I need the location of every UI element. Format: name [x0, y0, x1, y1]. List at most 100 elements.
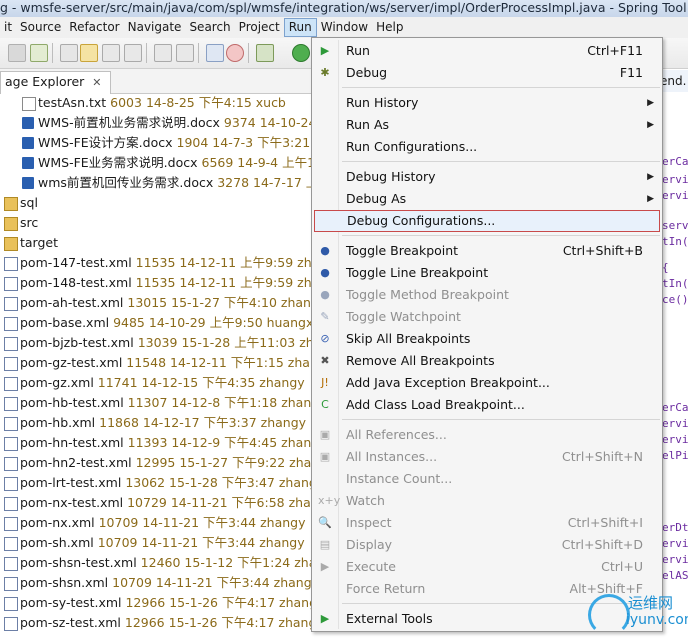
menu-project[interactable]: Project [235, 17, 284, 38]
menu-source[interactable]: Source [16, 17, 65, 38]
folder-icon [4, 237, 18, 251]
tree-row-label: pom-sh.xml 10709 14-11-21 下午3:44 zhangy [20, 533, 305, 553]
menu-item-debug-configurations[interactable]: Debug Configurations... [314, 210, 660, 232]
run-menu-dropdown: ▶ Run Ctrl+F11 ✱ Debug F11 Run History ▶ Run As ▶… [311, 37, 663, 632]
menu-item-run-configurations[interactable]: Run Configurations... [312, 136, 662, 158]
tree-row-meta: 11741 14-12-15 下午4:35 zhangy [97, 375, 305, 390]
tree-row[interactable]: pom-hb-test.xml 11307 14-12-8 下午1:18 zha… [0, 393, 313, 413]
tree-row[interactable]: WMS-前置机业务需求说明.docx 9374 14-10-24 上 [0, 113, 313, 133]
tree-row[interactable]: pom-sz-test.xml 12966 15-1-26 下午4:17 zha… [0, 613, 313, 633]
toolbar-button-3[interactable] [60, 44, 78, 62]
menu-item-toggle-line-breakpoint[interactable]: ● Toggle Line Breakpoint [312, 262, 662, 284]
menu-refactor[interactable]: Refactor [65, 17, 123, 38]
tree-row[interactable]: pom-sh.xml 10709 14-11-21 下午3:44 zhangy [0, 533, 313, 553]
pom-icon [4, 437, 18, 451]
menu-item-label: Debug As [346, 191, 407, 206]
menu-run[interactable]: Run [283, 18, 317, 37]
code-fragment: ervi [662, 189, 688, 202]
menu-item-run-history[interactable]: Run History ▶ [312, 92, 662, 114]
tree-row-label: pom-nx-test.xml 10729 14-11-21 下午6:58 zh… [20, 493, 313, 513]
menu-item-shortcut: F11 [619, 65, 643, 80]
package-explorer-tab[interactable]: age Explorer ✕ [0, 71, 111, 94]
tree-row-name: pom-shsn-test.xml [20, 555, 137, 570]
tree-row[interactable]: pom-gz-test.xml 11548 14-12-11 下午1:15 zh… [0, 353, 313, 373]
submenu-arrow-icon: ▶ [647, 194, 654, 204]
tree-row-meta: 6003 14-8-25 下午4:15 xucb [110, 95, 286, 110]
toolbar-button-5[interactable] [102, 44, 120, 62]
tree-row[interactable]: pom-147-test.xml 11535 14-12-11 上午9:59 z… [0, 253, 313, 273]
tree-row-meta: 1904 14-7-3 下午3:21 h [176, 135, 314, 150]
tree-row-meta: 12460 15-1-12 下午1:24 zhang [140, 555, 313, 570]
toolbar-button-6[interactable] [124, 44, 142, 62]
explorer-tab-row: age Explorer ✕ [0, 69, 313, 94]
menu-help[interactable]: Help [372, 17, 407, 38]
toolbar-button-4[interactable] [80, 44, 98, 62]
tree-row[interactable]: pom-148-test.xml 11535 14-12-11 上午9:59 z… [0, 273, 313, 293]
remove-breakpoints-icon: ✖ [320, 354, 330, 367]
tree-row[interactable]: pom-hn2-test.xml 12995 15-1-27 下午9:22 zh… [0, 453, 313, 473]
toolbar-button-9[interactable] [206, 44, 224, 62]
menu-item-label: Run [346, 43, 370, 58]
tree-row-meta: 10729 14-11-21 下午6:58 zhangy [127, 495, 313, 510]
menu-item-remove-all-breakpoints[interactable]: ✖ Remove All Breakpoints [312, 350, 662, 372]
menu-it[interactable]: it [0, 17, 16, 38]
menu-search[interactable]: Search [185, 17, 234, 38]
tree-row[interactable]: src [0, 213, 313, 233]
tree-row[interactable]: WMS-FE设计方案.docx 1904 14-7-3 下午3:21 h [0, 133, 313, 153]
tree-row[interactable]: testAsn.txt 6003 14-8-25 下午4:15 xucb [0, 93, 313, 113]
tree-row-label: pom-hb.xml 11868 14-12-17 下午3:37 zhangy [20, 413, 306, 433]
tree-row-label: sql [20, 193, 38, 213]
menu-item-run[interactable]: ▶ Run Ctrl+F11 [312, 40, 662, 62]
tree-row-name: pom-gz.xml [20, 375, 94, 390]
tree-row[interactable]: target [0, 233, 313, 253]
tree-row[interactable]: pom-hb.xml 11868 14-12-17 下午3:37 zhangy [0, 413, 313, 433]
menu-item-debug-as[interactable]: Debug As ▶ [312, 188, 662, 210]
toolbar-button-8[interactable] [176, 44, 194, 62]
toolbar-button-10[interactable] [226, 44, 244, 62]
menu-navigate[interactable]: Navigate [124, 17, 186, 38]
menu-item-debug[interactable]: ✱ Debug F11 [312, 62, 662, 84]
tree-row[interactable]: pom-nx-test.xml 10729 14-11-21 下午6:58 zh… [0, 493, 313, 513]
menu-item-skip-all-breakpoints[interactable]: ⊘ Skip All Breakpoints [312, 328, 662, 350]
menu-item-toggle-method-breakpoint: ● Toggle Method Breakpoint [312, 284, 662, 306]
menu-item-toggle-breakpoint[interactable]: ● Toggle Breakpoint Ctrl+Shift+B [312, 240, 662, 262]
tree-row[interactable]: WMS-FE业务需求说明.docx 6569 14-9-4 上午11 [0, 153, 313, 173]
menu-item-shortcut: Ctrl+Shift+B [562, 243, 643, 258]
close-icon[interactable]: ✕ [92, 76, 101, 89]
editor-tab[interactable]: end. [659, 70, 688, 92]
menu-window[interactable]: Window [317, 17, 372, 38]
tree-row[interactable]: pom-base.xml 9485 14-10-29 上午9:50 huangx [0, 313, 313, 333]
menu-item-label: Force Return [346, 581, 426, 596]
tree-row[interactable]: sql [0, 193, 313, 213]
menu-item-label: Instance Count... [346, 471, 453, 486]
tree-row-label: WMS-FE业务需求说明.docx 6569 14-9-4 上午11 [38, 153, 313, 173]
tree-row[interactable]: pom-shsn-test.xml 12460 15-1-12 下午1:24 z… [0, 553, 313, 573]
tree-row-meta: 12966 15-1-26 下午4:17 zhangy [125, 595, 313, 610]
tree-row-meta: 12995 15-1-27 下午9:22 zhangy [135, 455, 313, 470]
tree-row[interactable]: pom-shsn.xml 10709 14-11-21 下午3:44 zhang… [0, 573, 313, 593]
menu-item-add-class-load-breakpoint[interactable]: C Add Class Load Breakpoint... [312, 394, 662, 416]
code-fragment: ervi [662, 433, 688, 446]
menu-item-run-as[interactable]: Run As ▶ [312, 114, 662, 136]
tree-row-name: testAsn.txt [38, 95, 107, 110]
submenu-arrow-icon: ▶ [647, 98, 654, 108]
tree-row[interactable]: pom-hn-test.xml 11393 14-12-9 下午4:45 zha… [0, 433, 313, 453]
debug-toolbar-icon[interactable] [256, 44, 274, 62]
menu-item-add-java-exception-breakpoint[interactable]: J! Add Java Exception Breakpoint... [312, 372, 662, 394]
tree-row[interactable]: pom-lrt-test.xml 13062 15-1-28 下午3:47 zh… [0, 473, 313, 493]
watermark-circle-icon [588, 594, 630, 636]
tree-row-meta: 11535 14-12-11 上午9:59 zhang [135, 255, 313, 270]
toolbar-button-1[interactable] [8, 44, 26, 62]
toolbar-button-2[interactable] [30, 44, 48, 62]
pom-icon [4, 497, 18, 511]
tree-row[interactable]: pom-ah-test.xml 13015 15-1-27 下午4:10 zha… [0, 293, 313, 313]
tree-row[interactable]: pom-bjzb-test.xml 13039 15-1-28 上午11:03 … [0, 333, 313, 353]
tree-row[interactable]: wms前置机回传业务需求.docx 3278 14-7-17 上午 [0, 173, 313, 193]
menu-item-debug-history[interactable]: Debug History ▶ [312, 166, 662, 188]
tree-row[interactable]: pom-nx.xml 10709 14-11-21 下午3:44 zhangy [0, 513, 313, 533]
pom-icon [4, 577, 18, 591]
tree-row[interactable]: pom-gz.xml 11741 14-12-15 下午4:35 zhangy [0, 373, 313, 393]
tree-row[interactable]: pom-sy-test.xml 12966 15-1-26 下午4:17 zha… [0, 593, 313, 613]
run-toolbar-icon[interactable] [292, 44, 310, 62]
toolbar-button-7[interactable] [154, 44, 172, 62]
